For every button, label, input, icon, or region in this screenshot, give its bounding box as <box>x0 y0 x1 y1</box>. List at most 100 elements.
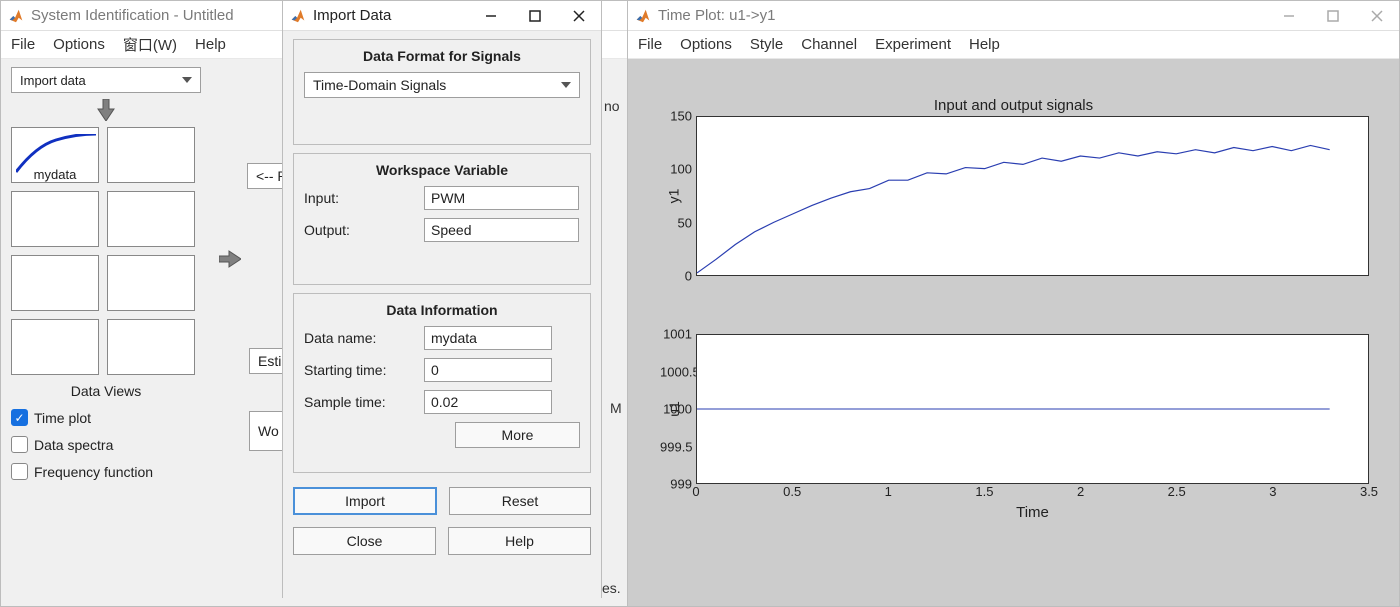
charts-title: Input and output signals <box>642 97 1385 114</box>
import-body: Data Format for Signals Time-Domain Sign… <box>283 39 601 605</box>
axis-tick: 3.5 <box>1360 484 1378 499</box>
sample-value: 0.02 <box>431 394 458 410</box>
obscured-text: M <box>610 400 622 416</box>
close-button[interactable] <box>1367 6 1387 26</box>
chevron-down-icon <box>182 77 192 83</box>
data-slot-empty[interactable] <box>107 127 195 183</box>
freq-checkbox[interactable] <box>11 463 28 480</box>
data-slot-empty[interactable] <box>11 319 99 375</box>
section-data-info: Data Information Data name: mydata Start… <box>293 293 591 473</box>
format-select-value: Time-Domain Signals <box>313 77 446 93</box>
section-title: Data Information <box>304 302 580 318</box>
input-field[interactable]: PWM <box>424 186 579 210</box>
dataname-field[interactable]: mydata <box>424 326 552 350</box>
menu-file[interactable]: File <box>11 36 35 53</box>
matlab-logo-icon <box>634 7 652 25</box>
output-field[interactable]: Speed <box>424 218 579 242</box>
matlab-logo-icon <box>289 7 307 25</box>
start-value: 0 <box>431 362 439 378</box>
menu-channel[interactable]: Channel <box>801 36 857 53</box>
output-label: Output: <box>304 222 424 238</box>
axis-tick: 3 <box>1269 484 1276 499</box>
data-views-label: Data Views <box>11 383 201 399</box>
dialog-title: Import Data <box>313 7 481 24</box>
obscured-text: es. <box>602 580 621 596</box>
data-slot-empty[interactable] <box>107 319 195 375</box>
data-slot-mydata[interactable]: mydata <box>11 127 99 183</box>
axis-tick: 150 <box>660 109 692 124</box>
section-title: Data Format for Signals <box>304 48 580 64</box>
axis-tick: 1001 <box>660 327 692 342</box>
obscured-text: no <box>604 98 620 114</box>
section-data-format: Data Format for Signals Time-Domain Sign… <box>293 39 591 145</box>
axis-tick: 0 <box>692 484 699 499</box>
format-select[interactable]: Time-Domain Signals <box>304 72 580 98</box>
axis-tick: 0.5 <box>783 484 801 499</box>
sample-field[interactable]: 0.02 <box>424 390 552 414</box>
axis-tick: 2.5 <box>1168 484 1186 499</box>
x-axis-label: Time <box>696 504 1369 521</box>
minimize-button[interactable] <box>1279 6 1299 26</box>
data-slot-empty[interactable] <box>107 255 195 311</box>
maximize-button[interactable] <box>525 6 545 26</box>
import-data-dropdown[interactable]: Import data <box>11 67 201 93</box>
menu-options[interactable]: Options <box>680 36 732 53</box>
spectra-checkbox[interactable] <box>11 436 28 453</box>
axis-tick: 999 <box>660 477 692 492</box>
titlebar: Time Plot: u1->y1 <box>628 1 1399 31</box>
more-button[interactable]: More <box>455 422 580 448</box>
start-label: Starting time: <box>304 362 424 378</box>
dataname-label: Data name: <box>304 330 424 346</box>
import-data-label: Import data <box>20 73 86 88</box>
axis-tick: 1 <box>885 484 892 499</box>
menu-help[interactable]: Help <box>195 36 226 53</box>
menu-help[interactable]: Help <box>969 36 1000 53</box>
menu-options[interactable]: Options <box>53 36 105 53</box>
data-slot-empty[interactable] <box>11 255 99 311</box>
timeplot-window: Time Plot: u1->y1 File Options Style Cha… <box>627 0 1400 607</box>
data-slot-empty[interactable] <box>11 191 99 247</box>
button-row: Import Reset <box>283 481 601 521</box>
window-title: Time Plot: u1->y1 <box>658 7 1279 24</box>
menu-experiment[interactable]: Experiment <box>875 36 951 53</box>
section-title: Workspace Variable <box>304 162 580 178</box>
help-button[interactable]: Help <box>448 527 591 555</box>
close-button[interactable] <box>569 6 589 26</box>
estimate-dropdown-partial[interactable]: Esti <box>249 348 283 374</box>
data-slot-empty[interactable] <box>107 191 195 247</box>
menubar: File Options Style Channel Experiment He… <box>628 31 1399 59</box>
button-row: Close Help <box>283 521 601 561</box>
axis-tick: 1000.5 <box>660 364 692 379</box>
spectra-label: Data spectra <box>34 437 113 453</box>
axis-tick: 50 <box>660 215 692 230</box>
menu-file[interactable]: File <box>638 36 662 53</box>
matlab-logo-icon <box>7 7 25 25</box>
input-label: Input: <box>304 190 424 206</box>
start-field[interactable]: 0 <box>424 358 552 382</box>
right-arrow-icon <box>219 249 241 269</box>
working-data-partial[interactable]: Wo <box>249 411 283 451</box>
axis-tick: 100 <box>660 162 692 177</box>
plot-body: Input and output signals y1 050100150 u1… <box>628 59 1399 606</box>
close-button[interactable]: Close <box>293 527 436 555</box>
reset-button[interactable]: Reset <box>449 487 591 515</box>
sample-label: Sample time: <box>304 394 424 410</box>
timeplot-label: Time plot <box>34 410 91 426</box>
maximize-button[interactable] <box>1323 6 1343 26</box>
chevron-down-icon <box>561 82 571 88</box>
axis-tick: 2 <box>1077 484 1084 499</box>
menu-style[interactable]: Style <box>750 36 783 53</box>
output-value: Speed <box>431 222 471 238</box>
u1-plot-panel[interactable] <box>696 334 1369 484</box>
titlebar: Import Data <box>283 1 601 31</box>
axis-tick: 0 <box>660 269 692 284</box>
input-value: PWM <box>431 190 465 206</box>
y1-plot-panel[interactable] <box>696 116 1369 276</box>
timeplot-checkbox[interactable]: ✓ <box>11 409 28 426</box>
minimize-button[interactable] <box>481 6 501 26</box>
import-button[interactable]: Import <box>293 487 437 515</box>
axis-tick: 1000 <box>660 402 692 417</box>
menu-window[interactable]: 窗口(W) <box>123 34 177 55</box>
axis-tick: 999.5 <box>660 439 692 454</box>
down-arrow-icon <box>94 97 118 123</box>
